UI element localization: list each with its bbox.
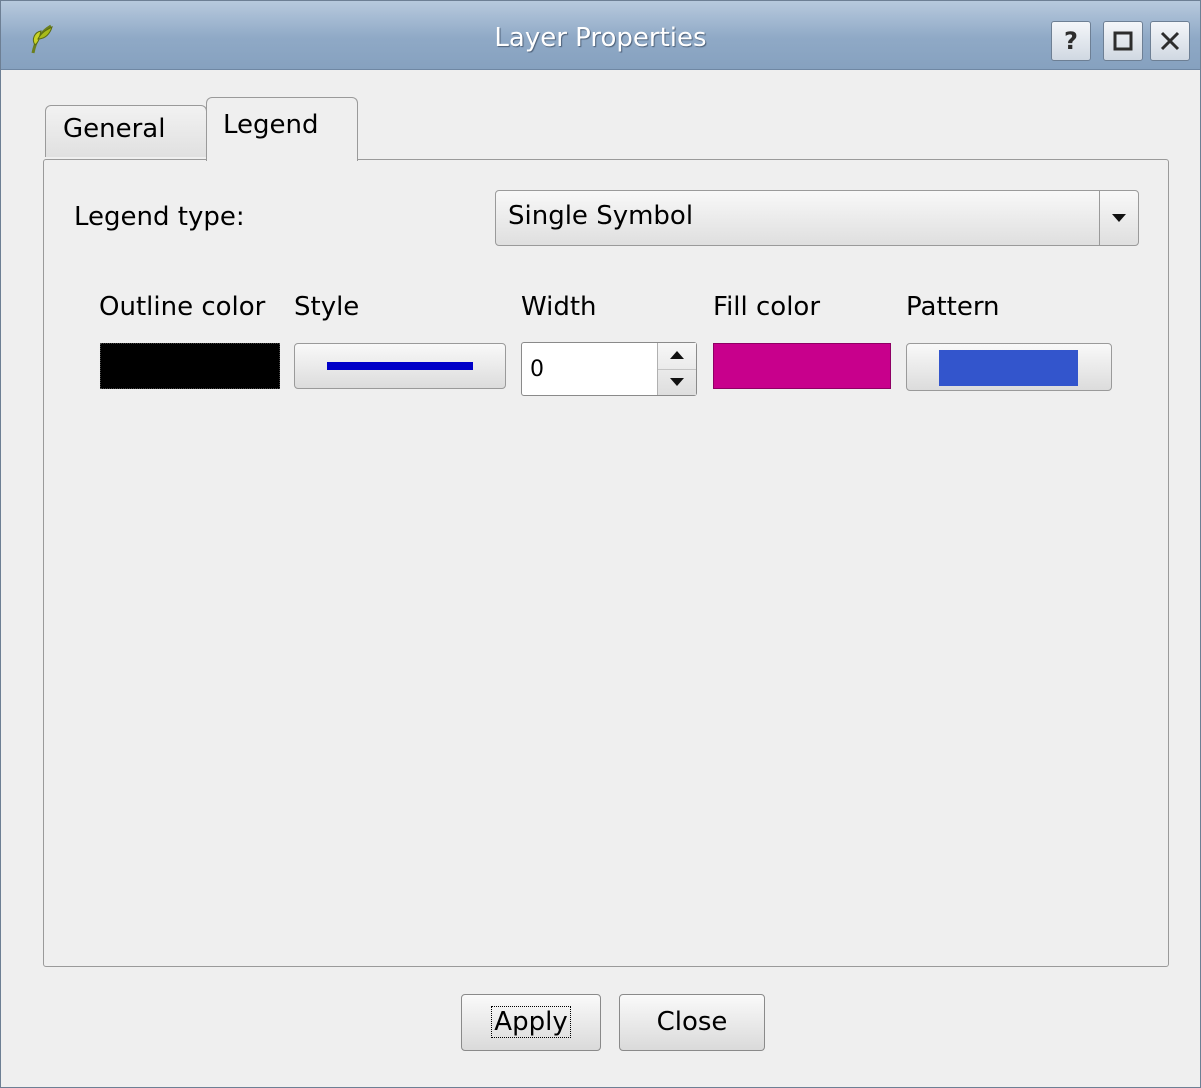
fill-color-button[interactable] — [713, 343, 891, 389]
width-value[interactable]: 0 — [530, 357, 544, 382]
close-window-button[interactable] — [1150, 21, 1190, 61]
pattern-button[interactable] — [906, 343, 1112, 391]
pattern-label: Pattern — [906, 292, 1000, 322]
legend-panel: Legend type: Single Symbol Outline color… — [43, 159, 1169, 967]
window-title: Layer Properties — [494, 23, 707, 53]
close-icon — [1160, 31, 1180, 51]
outline-color-button[interactable] — [100, 343, 280, 389]
chevron-down-icon[interactable] — [1099, 191, 1138, 245]
tab-legend[interactable]: Legend — [206, 97, 358, 161]
spin-up-icon[interactable] — [658, 343, 696, 370]
width-spinbox[interactable]: 0 — [521, 342, 697, 396]
close-button[interactable]: Close — [619, 994, 765, 1051]
spin-down-icon[interactable] — [658, 369, 696, 395]
fill-color-label: Fill color — [713, 292, 821, 322]
tab-general-label: General — [63, 114, 166, 144]
apply-label: Apply — [491, 1006, 571, 1038]
outline-color-label: Outline color — [99, 292, 266, 322]
close-label: Close — [656, 1007, 728, 1037]
help-icon: ? — [1064, 27, 1078, 55]
help-button[interactable]: ? — [1051, 21, 1091, 61]
tab-legend-label: Legend — [223, 110, 319, 140]
layer-properties-window: Layer Properties ? General Legend Legend… — [0, 0, 1201, 1088]
maximize-icon — [1113, 31, 1133, 51]
style-label: Style — [294, 292, 360, 322]
legend-type-select[interactable]: Single Symbol — [495, 190, 1139, 246]
line-style-preview — [327, 362, 473, 370]
width-label: Width — [521, 292, 597, 322]
width-spin-buttons — [657, 343, 696, 395]
maximize-button[interactable] — [1103, 21, 1143, 61]
title-bar[interactable]: Layer Properties ? — [1, 1, 1200, 70]
tab-general[interactable]: General — [45, 105, 207, 157]
apply-button[interactable]: Apply — [461, 994, 601, 1051]
style-button[interactable] — [294, 343, 506, 389]
legend-type-value: Single Symbol — [508, 201, 694, 231]
legend-type-label: Legend type: — [74, 202, 245, 232]
pattern-preview — [939, 350, 1078, 386]
